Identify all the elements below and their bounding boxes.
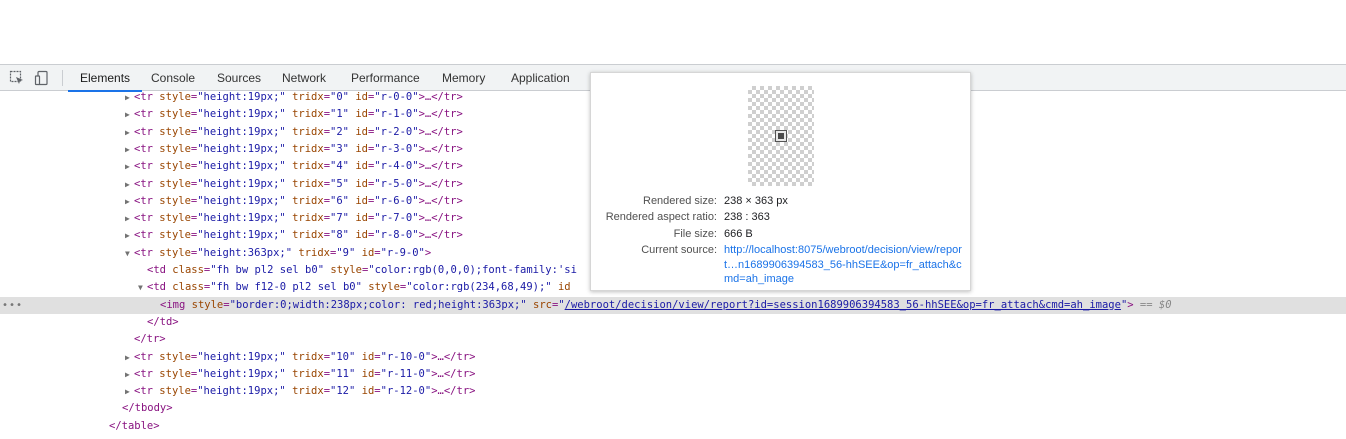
dom-line-text: <tr style="height:19px;" tridx="7" id="r… [134,212,463,225]
expand-triangle-icon[interactable]: ▶ [125,106,130,123]
dom-line-text: </tbody> [122,402,173,415]
expand-triangle-icon[interactable]: ▶ [125,349,130,366]
broken-image-icon [775,130,787,142]
dom-line-text: </td> [147,315,179,328]
dom-line-text: <tr style="height:19px;" tridx="0" id="r… [134,91,463,103]
current-source-link[interactable]: http://localhost:8075/webroot/decision/v… [724,243,969,287]
tab-network[interactable]: Network [282,65,326,91]
dom-line-text: <tr style="height:19px;" tridx="3" id="r… [134,142,463,155]
expand-triangle-icon[interactable]: ▶ [125,210,130,227]
expand-triangle-icon[interactable]: ▶ [125,227,130,244]
aspect-ratio-label: Rendered aspect ratio: [605,211,717,223]
expand-triangle-icon[interactable]: ▶ [125,124,130,141]
device-toolbar-icon[interactable] [34,70,50,86]
expand-triangle-icon[interactable]: ▶ [125,383,130,400]
tab-sources[interactable]: Sources [217,65,261,91]
dom-line-text: <td class="fh bw pl2 sel b0" style="colo… [147,264,577,276]
file-size-value: 666 B [724,228,753,240]
expand-triangle-icon[interactable]: ▶ [125,176,130,193]
tab-elements[interactable]: Elements [67,65,143,92]
dom-line-text: </table> [109,419,160,432]
dom-line-text: <tr style="height:19px;" tridx="2" id="r… [134,125,463,138]
image-preview [748,86,814,186]
dom-line-text: <tr style="height:363px;" tridx="9" id="… [134,246,432,259]
dom-line-text: <tr style="height:19px;" tridx="8" id="r… [134,229,463,242]
rendered-size-label: Rendered size: [643,195,717,207]
file-size-row: File size: 666 B [591,226,972,242]
dom-line-text: <img style="border:0;width:238px;color: … [160,298,1172,311]
dom-line-text: <tr style="height:19px;" tridx="5" id="r… [134,177,463,190]
dom-row-after-1[interactable]: ▶ <tr style="height:19px;" tridx="11" id=… [0,366,1346,383]
dom-close-td[interactable]: </td> [0,314,1346,331]
expand-triangle-icon[interactable]: ▶ [125,366,130,383]
dom-line-text: <tr style="height:19px;" tridx="4" id="r… [134,160,463,173]
expand-triangle-icon[interactable]: ▶ [125,193,130,210]
dom-line-text: <tr style="height:19px;" tridx="1" id="r… [134,108,463,121]
expand-triangle-icon[interactable]: ▼ [125,245,130,262]
aspect-ratio-value: 238 : 363 [724,211,770,223]
rendered-size-value: 238 × 363 px [724,195,788,207]
aspect-ratio-row: Rendered aspect ratio: 238 : 363 [591,209,972,225]
inspect-element-icon[interactable] [9,70,25,86]
dom-close-tr[interactable]: </tr> [0,331,1346,348]
current-source-label: Current source: [641,244,717,256]
expand-triangle-icon[interactable]: ▶ [125,158,130,175]
tab-performance[interactable]: Performance [351,65,420,91]
tab-memory[interactable]: Memory [442,65,485,91]
expand-triangle-icon[interactable]: ▼ [138,279,143,296]
file-size-label: File size: [673,228,717,240]
dom-line-text: <tr style="height:19px;" tridx="11" id="… [134,367,476,380]
dom-line-text: <tr style="height:19px;" tridx="6" id="r… [134,194,463,207]
tab-console[interactable]: Console [151,65,195,91]
dom-line-text: <tr style="height:19px;" tridx="10" id="… [134,350,476,363]
dom-line-text: <tr style="height:19px;" tridx="12" id="… [134,385,476,398]
dom-close-tbody[interactable]: </tbody> [0,400,1346,417]
dom-row-after-2[interactable]: ▶ <tr style="height:19px;" tridx="12" id=… [0,383,1346,400]
expand-triangle-icon[interactable]: ▶ [125,89,130,106]
image-preview-popover: Rendered size: 238 × 363 px Rendered asp… [590,72,971,291]
dom-close-table[interactable]: </table> [0,418,1346,435]
dom-row-after-0[interactable]: ▶ <tr style="height:19px;" tridx="10" id=… [0,349,1346,366]
dom-line-text: </tr> [134,333,166,346]
dom-line-text: <td class="fh bw f12-0 pl2 sel b0" style… [147,281,571,294]
rendered-size-row: Rendered size: 238 × 363 px [591,193,972,209]
more-options-icon[interactable]: ••• [2,297,23,314]
dom-img-selected[interactable]: ••• <img style="border:0;width:238px;colo… [0,296,1346,314]
tab-application[interactable]: Application [511,65,570,91]
expand-triangle-icon[interactable]: ▶ [125,141,130,158]
toolbar-separator [62,70,63,86]
